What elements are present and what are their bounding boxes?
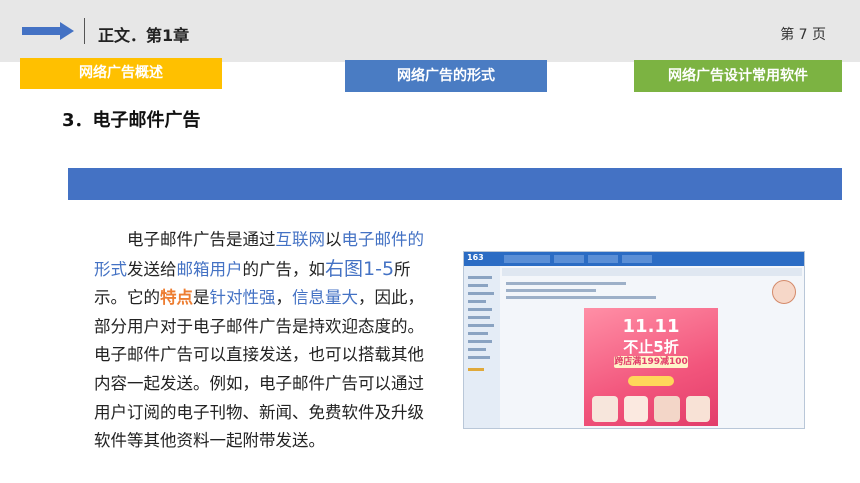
sidebar-line	[468, 292, 494, 295]
figure-reference-link[interactable]: 右图1-5	[325, 258, 394, 280]
link-mailbox-user[interactable]: 邮箱用户	[177, 260, 243, 279]
product-image	[654, 396, 680, 422]
blue-banner-bar	[68, 168, 842, 200]
body-paragraph: 电子邮件广告是通过互联网以电子邮件的形式发送给邮箱用户的广告，如右图1-5所示。…	[94, 226, 440, 456]
top-bar: 正文．第1章 第 7 页	[0, 0, 860, 62]
header-divider	[84, 18, 85, 44]
sidebar-line	[468, 368, 484, 371]
product-image	[624, 396, 648, 422]
chapter-title: 正文．第1章	[98, 26, 190, 45]
mail-tab	[622, 255, 652, 263]
arrow-right-icon	[22, 22, 74, 40]
mail-line	[506, 289, 596, 292]
sidebar-line	[468, 276, 492, 279]
feature-highlight: 特点	[160, 288, 193, 308]
text-run: 发送给	[127, 259, 177, 279]
mail-logo: 163	[467, 253, 484, 262]
seal-badge	[772, 280, 796, 304]
sidebar-line	[468, 308, 492, 311]
sidebar-line	[468, 300, 486, 303]
text-run: 以	[325, 230, 342, 249]
mail-line	[506, 296, 656, 299]
ad-offer: 跨店满199减100	[614, 356, 688, 368]
sidebar-line	[468, 356, 490, 359]
product-image	[592, 396, 618, 422]
ad-title: 11.11	[622, 316, 680, 337]
link-internet[interactable]: 互联网	[276, 230, 326, 249]
ad-banner: 11.11 不止5折 跨店满199减100	[584, 308, 718, 426]
ad-slogan: 不止5折	[623, 338, 679, 356]
mail-header: 163	[464, 252, 804, 266]
sidebar-line	[468, 332, 488, 335]
email-ad-screenshot: 163 11.11 不止5折 跨店满199减100	[463, 251, 805, 429]
section-heading: 3．电子邮件广告	[62, 110, 201, 131]
text-run: 是	[193, 288, 210, 308]
text-run: ，	[275, 288, 293, 308]
product-image	[686, 396, 710, 422]
text-run: 的广告，如	[242, 259, 326, 279]
link-targeted[interactable]: 针对性强	[210, 288, 276, 307]
text-run: 电子邮件广告是通过	[127, 230, 276, 249]
page-number: 第 7 页	[780, 27, 826, 43]
sidebar-line	[468, 340, 492, 343]
mail-line	[506, 282, 626, 285]
mail-sidebar	[464, 266, 500, 428]
tab-ad-forms[interactable]: 网络广告的形式	[345, 60, 547, 92]
mail-tab	[588, 255, 618, 263]
sidebar-line	[468, 324, 494, 327]
ad-button	[628, 376, 674, 386]
sidebar-line	[468, 348, 486, 351]
mail-tab	[554, 255, 584, 263]
mail-toolbar	[502, 268, 802, 276]
tab-overview[interactable]: 网络广告概述	[20, 58, 222, 89]
sidebar-line	[468, 316, 490, 319]
text-run: ，因此，部分用户对于电子邮件广告是持欢迎态度的。电子邮件广告可以直接发送，也可以…	[94, 288, 424, 451]
mail-tab	[504, 255, 550, 263]
sidebar-line	[468, 284, 488, 287]
link-info-volume[interactable]: 信息量大	[292, 288, 358, 307]
tab-design-software[interactable]: 网络广告设计常用软件	[634, 60, 842, 92]
